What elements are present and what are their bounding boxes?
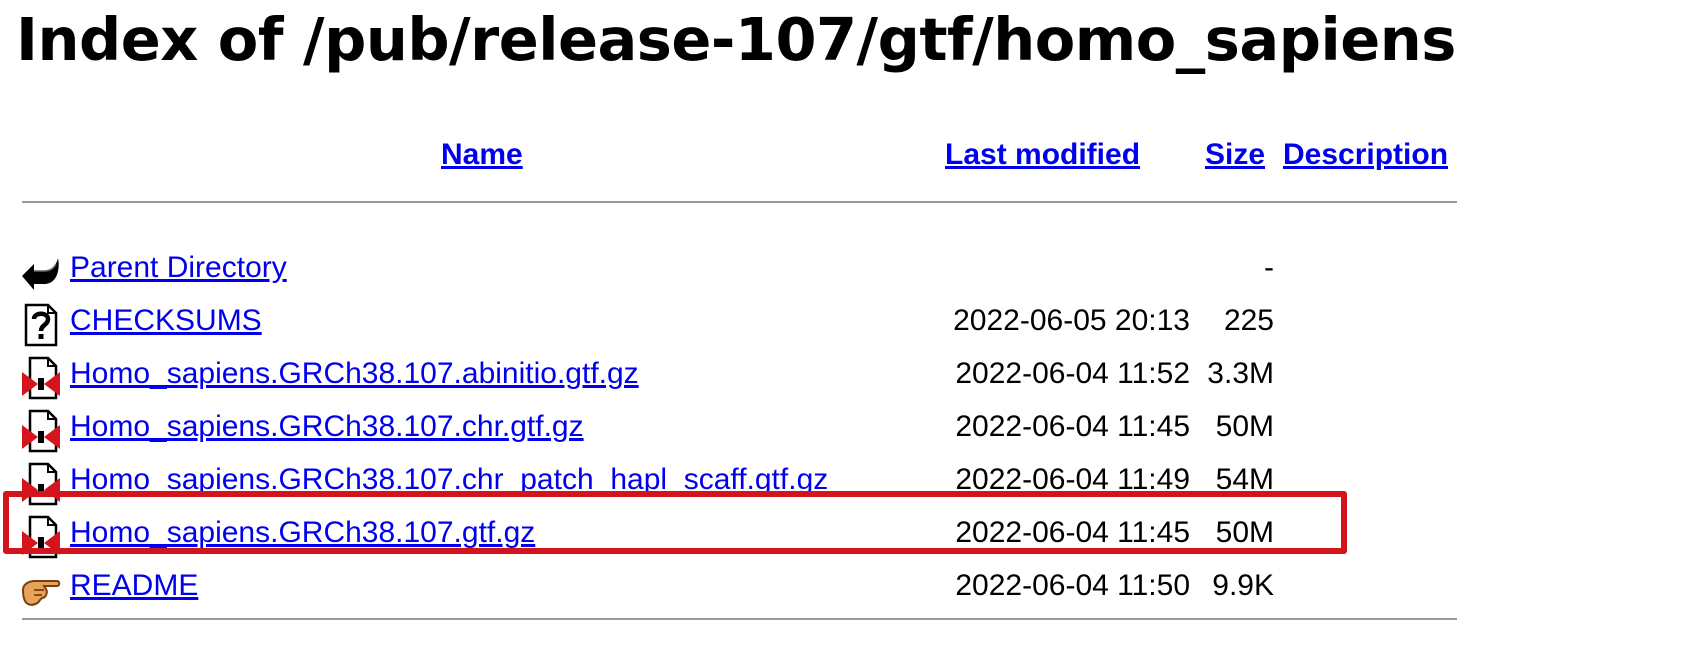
- listing-row-checksums: CHECKSUMS 2022-06-05 20:13 225: [0, 295, 1700, 348]
- footer-divider: [22, 618, 1457, 620]
- last-modified-value: 2022-06-05 20:13: [953, 304, 1190, 337]
- header-divider: [22, 201, 1457, 203]
- compressed-file-icon: [20, 356, 62, 400]
- column-header-size[interactable]: Size: [1205, 137, 1265, 173]
- file-link[interactable]: Parent Directory: [70, 250, 287, 286]
- file-link[interactable]: Homo_sapiens.GRCh38.107.chr.gtf.gz: [70, 409, 584, 445]
- column-header-last-modified[interactable]: Last modified: [945, 137, 1140, 173]
- pointing-hand-icon: [20, 568, 62, 612]
- file-link[interactable]: CHECKSUMS: [70, 303, 262, 339]
- last-modified-value: 2022-06-04 11:50: [955, 569, 1190, 602]
- size-value: -: [1264, 251, 1274, 284]
- column-header-description[interactable]: Description: [1283, 137, 1448, 173]
- listing-row-abinitio: Homo_sapiens.GRCh38.107.abinitio.gtf.gz …: [0, 348, 1700, 401]
- size-value: 225: [1223, 304, 1274, 337]
- file-link[interactable]: Homo_sapiens.GRCh38.107.abinitio.gtf.gz: [70, 356, 639, 392]
- unknown-file-icon: [20, 303, 62, 347]
- highlight-annotation-box: [3, 491, 1347, 554]
- listing-row-readme: README 2022-06-04 11:50 9.9K: [0, 560, 1700, 613]
- page-title: Index of /pub/release-107/gtf/homo_sapie…: [16, 5, 1456, 74]
- back-arrow-icon: [20, 250, 62, 294]
- compressed-file-icon: [20, 409, 62, 453]
- size-value: 3.3M: [1207, 357, 1274, 390]
- last-modified-value: 2022-06-04 11:52: [955, 357, 1190, 390]
- listing-row-parent-directory: Parent Directory -: [0, 242, 1700, 295]
- listing-row-chr: Homo_sapiens.GRCh38.107.chr.gtf.gz 2022-…: [0, 401, 1700, 454]
- last-modified-value: 2022-06-04 11:45: [955, 410, 1190, 443]
- file-link[interactable]: README: [70, 568, 198, 604]
- column-header-name[interactable]: Name: [441, 137, 523, 173]
- size-value: 50M: [1215, 410, 1274, 443]
- size-value: 9.9K: [1212, 569, 1274, 602]
